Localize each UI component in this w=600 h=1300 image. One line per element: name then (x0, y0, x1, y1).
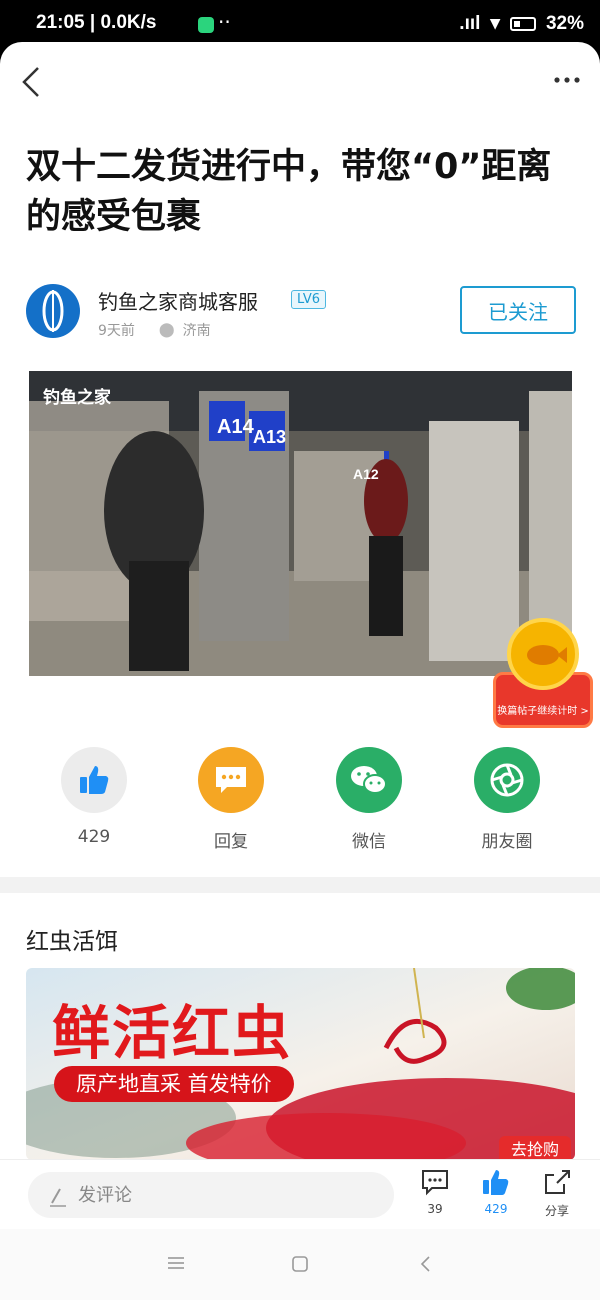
nav-back-icon[interactable] (418, 1255, 434, 1273)
follow-button[interactable]: 已关注 (460, 286, 576, 334)
wifi-icon: ▾ (490, 13, 500, 34)
dots-icon: ·· (218, 10, 231, 34)
banner-subline: 原产地直采 首发特价 (54, 1066, 294, 1102)
reading-timer-badge[interactable]: 换篇帖子继续计时 > (493, 618, 593, 730)
home-icon[interactable] (290, 1255, 310, 1273)
author-avatar[interactable] (26, 284, 80, 338)
level-badge: LV6 (291, 290, 326, 309)
comment-icon (422, 1170, 448, 1196)
more-options-icon[interactable] (552, 68, 582, 92)
photo-watermark: 钓鱼之家 (43, 388, 111, 408)
comments-count: 39 (427, 1202, 443, 1216)
location-pin-icon: ⬤ (158, 322, 175, 338)
status-right: .ııl ▾ 32% (459, 12, 584, 35)
post-page: 双十二发货进行中，带您“0”距离的感受包裹 钓鱼之家商城客服 LV6 9天前 ⬤… (0, 42, 600, 1300)
like-button[interactable]: 429 (466, 1168, 526, 1216)
post-title: 双十二发货进行中，带您“0”距离的感受包裹 (26, 147, 552, 237)
post-photo[interactable]: A14 A13 A12 钓鱼之家 (29, 371, 572, 676)
fish-coin-icon (507, 618, 579, 690)
status-time: 21:05 | 0.0K/s (36, 12, 157, 33)
back-arrow-icon[interactable] (18, 64, 48, 100)
rack-label: A13 (253, 427, 286, 447)
thumbs-up-icon (61, 747, 127, 813)
share-icon (545, 1170, 570, 1194)
warehouse-image: A14 A13 A12 (29, 371, 572, 676)
promo-banner[interactable]: 鲜活红虫 原产地直采 首发特价 去抢购 (26, 968, 575, 1160)
banner-headline: 鲜活红虫 (52, 999, 293, 1067)
moments-action[interactable]: 朋友圈 (447, 747, 567, 852)
reply-bubble-icon (198, 747, 264, 813)
system-nav-bar (0, 1229, 600, 1300)
share-actions: 429 回复 微信 朋友圈 (0, 747, 600, 877)
like-action[interactable]: 429 (34, 747, 154, 847)
author-row: 钓鱼之家商城客服 LV6 9天前 ⬤ 济南 已关注 (26, 282, 576, 342)
wechat-icon (336, 747, 402, 813)
wechat-label: 微信 (352, 832, 386, 852)
post-location: 济南 (182, 323, 211, 339)
wechat-action[interactable]: 微信 (309, 747, 429, 852)
top-bar (0, 42, 600, 122)
author-meta: 9天前 ⬤ 济南 (98, 320, 211, 340)
rack-label: A14 (217, 416, 255, 438)
bottom-bar: 39 429 分享 (0, 1159, 600, 1229)
thumbs-up-icon (483, 1170, 509, 1195)
comment-input[interactable] (28, 1172, 394, 1218)
moments-label: 朋友圈 (481, 832, 533, 852)
section-divider (0, 877, 600, 893)
reply-label: 回复 (214, 832, 248, 852)
section-title: 红虫活饵 (26, 929, 118, 955)
pen-icon (50, 1188, 66, 1207)
logo-icon (42, 290, 64, 332)
comments-button[interactable]: 39 (405, 1168, 465, 1216)
battery-icon (509, 16, 536, 31)
rack-label: A12 (353, 466, 379, 482)
reply-action[interactable]: 回复 (171, 747, 291, 852)
share-button[interactable]: 分享 (527, 1168, 587, 1219)
share-label: 分享 (544, 1204, 569, 1218)
badge-text: 换篇帖子继续计时 > (497, 706, 589, 717)
buy-now-button[interactable]: 去抢购 (498, 1136, 571, 1160)
battery-percent: 32% (545, 12, 584, 34)
signal-icon: .ııl (459, 12, 481, 34)
post-time: 9天前 (98, 323, 135, 339)
author-name[interactable]: 钓鱼之家商城客服 (98, 286, 258, 315)
like-count: 429 (77, 827, 111, 847)
moments-icon (474, 747, 540, 813)
menu-icon[interactable] (166, 1255, 186, 1271)
likes-count: 429 (484, 1202, 508, 1216)
shield-icon (198, 17, 214, 33)
